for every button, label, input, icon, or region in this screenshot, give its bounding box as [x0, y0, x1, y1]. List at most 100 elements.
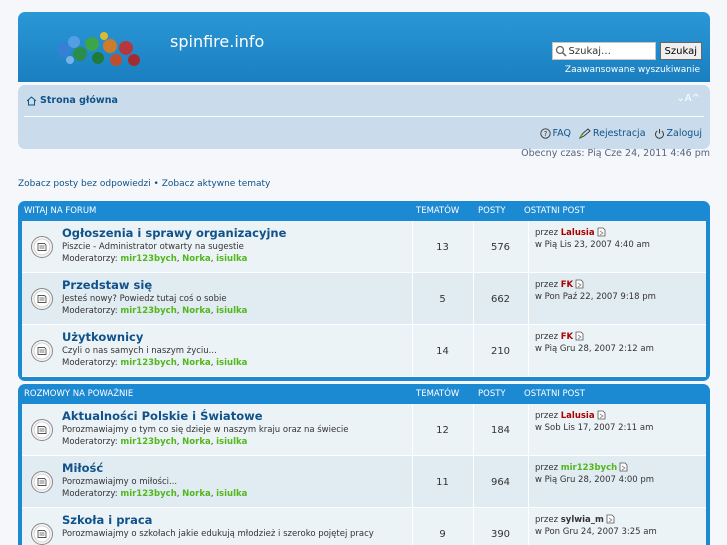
forum-posts-count: 964 — [473, 456, 527, 508]
last-post-author-link[interactable]: mir123bych — [561, 463, 617, 473]
quick-links: Zobacz posty bez odpowiedzi • Zobacz akt… — [18, 179, 270, 189]
forum-last-post: przez sylwia_m w Pon Gru 24, 2007 3:25 am — [528, 508, 706, 545]
category-block: WITAJ NA FORUM TEMATÓW POSTY OSTATNI POS… — [18, 201, 710, 381]
active-topics-link[interactable]: Zobacz aktywne tematy — [162, 179, 271, 189]
forum-read-icon — [31, 523, 53, 545]
search-icon — [555, 45, 567, 57]
moderator-link[interactable]: Norka — [182, 489, 211, 499]
forum-last-post: przez Lalusia w Pią Lis 23, 2007 4:40 am — [528, 221, 706, 273]
view-latest-post-icon[interactable] — [606, 514, 615, 524]
forum-read-icon — [31, 236, 53, 258]
last-post-header: OSTATNI POST — [524, 206, 585, 216]
moderator-link[interactable]: mir123bych — [120, 489, 176, 499]
forum-moderators: Moderatorzy: mir123bych, Norka, isiulka — [62, 489, 248, 499]
forum-title-link[interactable]: Przedstaw się — [62, 278, 406, 292]
forum-posts-count: 662 — [473, 273, 527, 325]
home-icon — [26, 95, 37, 105]
moderators-label: Moderatorzy: — [62, 489, 121, 499]
forum-read-icon — [31, 340, 53, 362]
forum-row: Przedstaw się Jesteś nowy? Powiedz tutaj … — [22, 273, 706, 325]
moderator-link[interactable]: Norka — [182, 254, 211, 264]
last-post-date: w Sob Lis 17, 2007 2:11 am — [535, 423, 654, 433]
last-post-author-link[interactable]: sylwia_m — [561, 515, 604, 525]
forum-title-link[interactable]: Szkoła i praca — [62, 513, 406, 527]
moderator-link[interactable]: mir123bych — [120, 437, 176, 447]
last-post-author-link[interactable]: FK — [561, 280, 573, 290]
topics-header: TEMATÓW — [416, 206, 460, 216]
category-header: ROZMOWY NA POWAŻNIE TEMATÓW POSTY OSTATN… — [22, 384, 706, 404]
moderator-link[interactable]: mir123bych — [120, 254, 176, 264]
forum-title-link[interactable]: Użytkownicy — [62, 330, 406, 344]
register-icon — [578, 128, 591, 139]
forum-row: Miłość Porozmawiajmy o miłości... Moderato… — [22, 456, 706, 508]
last-post-author-link[interactable]: Lalusia — [561, 228, 595, 238]
view-latest-post-icon[interactable] — [597, 410, 606, 420]
moderator-link[interactable]: isiulka — [216, 254, 247, 264]
last-post-by: przez — [535, 332, 561, 342]
unanswered-posts-link[interactable]: Zobacz posty bez odpowiedzi — [18, 179, 151, 189]
login-link[interactable]: Zaloguj — [654, 128, 702, 139]
last-post-header: OSTATNI POST — [524, 389, 585, 399]
last-post-author-link[interactable]: FK — [561, 332, 573, 342]
moderator-link[interactable]: isiulka — [216, 358, 247, 368]
forum-row: Ogłoszenia i sprawy organizacyjne Piszcie… — [22, 221, 706, 273]
site-title[interactable]: spinfire.info — [170, 32, 264, 51]
site-logo[interactable] — [52, 26, 146, 74]
forum-title-link[interactable]: Ogłoszenia i sprawy organizacyjne — [62, 226, 406, 240]
moderator-link[interactable]: Norka — [182, 358, 211, 368]
register-link[interactable]: Rejestracja — [578, 128, 646, 139]
moderators-label: Moderatorzy: — [62, 254, 121, 264]
search-input[interactable] — [551, 42, 656, 60]
last-post-by: przez — [535, 463, 561, 473]
moderator-link[interactable]: mir123bych — [120, 358, 176, 368]
moderator-link[interactable]: Norka — [182, 437, 211, 447]
view-latest-post-icon[interactable] — [575, 279, 584, 289]
forum-posts-count: 184 — [473, 404, 527, 456]
category-title[interactable]: ROZMOWY NA POWAŻNIE — [24, 389, 133, 399]
font-size-control[interactable]: ⌄A^ — [676, 93, 700, 104]
forum-title-link[interactable]: Aktualności Polskie i Światowe — [62, 409, 406, 423]
forum-description: Porozmawiajmy o szkołach jakie edukują m… — [62, 529, 374, 539]
posts-header: POSTY — [478, 389, 506, 399]
forum-row: Użytkownicy Czyli o nas samych i naszym ż… — [22, 325, 706, 377]
svg-text:?: ? — [543, 130, 547, 138]
site-header: spinfire.info Szukaj Zaawansowane wyszuk… — [18, 12, 710, 82]
last-post-by: przez — [535, 515, 561, 525]
category-title[interactable]: WITAJ NA FORUM — [24, 206, 96, 216]
forum-read-icon — [31, 419, 53, 441]
view-latest-post-icon[interactable] — [619, 462, 628, 472]
search-button[interactable]: Szukaj — [659, 42, 702, 60]
faq-icon: ? — [539, 128, 551, 139]
forum-title-link[interactable]: Miłość — [62, 461, 406, 475]
nav-links: ? FAQ Rejestracja Zaloguj — [539, 128, 702, 139]
breadcrumb-home[interactable]: Strona główna — [26, 95, 118, 106]
moderator-link[interactable]: Norka — [182, 306, 211, 316]
last-post-by: przez — [535, 411, 561, 421]
moderator-link[interactable]: isiulka — [216, 489, 247, 499]
last-post-date: w Pią Gru 28, 2007 2:12 am — [535, 344, 654, 354]
search-box: Szukaj — [551, 42, 702, 60]
moderator-link[interactable]: mir123bych — [120, 306, 176, 316]
forum-info: Ogłoszenia i sprawy organizacyjne Piszcie… — [62, 226, 406, 265]
forum-read-icon — [31, 471, 53, 493]
last-post-author-link[interactable]: Lalusia — [561, 411, 595, 421]
forum-description: Porozmawiajmy o miłości... — [62, 477, 178, 487]
forum-topics-count: 14 — [412, 325, 472, 377]
view-latest-post-icon[interactable] — [597, 227, 606, 237]
forum-row: Szkoła i praca Porozmawiajmy o szkołach j… — [22, 508, 706, 545]
posts-header: POSTY — [478, 206, 506, 216]
forum-description: Porozmawiajmy o tym co się dzieje w nasz… — [62, 425, 349, 435]
forum-info: Użytkownicy Czyli o nas samych i naszym ż… — [62, 330, 406, 369]
forum-info: Przedstaw się Jesteś nowy? Powiedz tutaj … — [62, 278, 406, 317]
moderator-link[interactable]: isiulka — [216, 306, 247, 316]
forum-read-icon — [31, 288, 53, 310]
moderator-link[interactable]: isiulka — [216, 437, 247, 447]
forum-topics-count: 5 — [412, 273, 472, 325]
faq-link[interactable]: ? FAQ — [539, 128, 571, 139]
forum-description: Jesteś nowy? Powiedz tutaj coś o sobie — [62, 294, 227, 304]
forum-info: Aktualności Polskie i Światowe Porozmawia… — [62, 409, 406, 448]
advanced-search-link[interactable]: Zaawansowane wyszukiwanie — [565, 65, 700, 75]
category-header: WITAJ NA FORUM TEMATÓW POSTY OSTATNI POS… — [22, 201, 706, 221]
forum-topics-count: 13 — [412, 221, 472, 273]
view-latest-post-icon[interactable] — [575, 331, 584, 341]
